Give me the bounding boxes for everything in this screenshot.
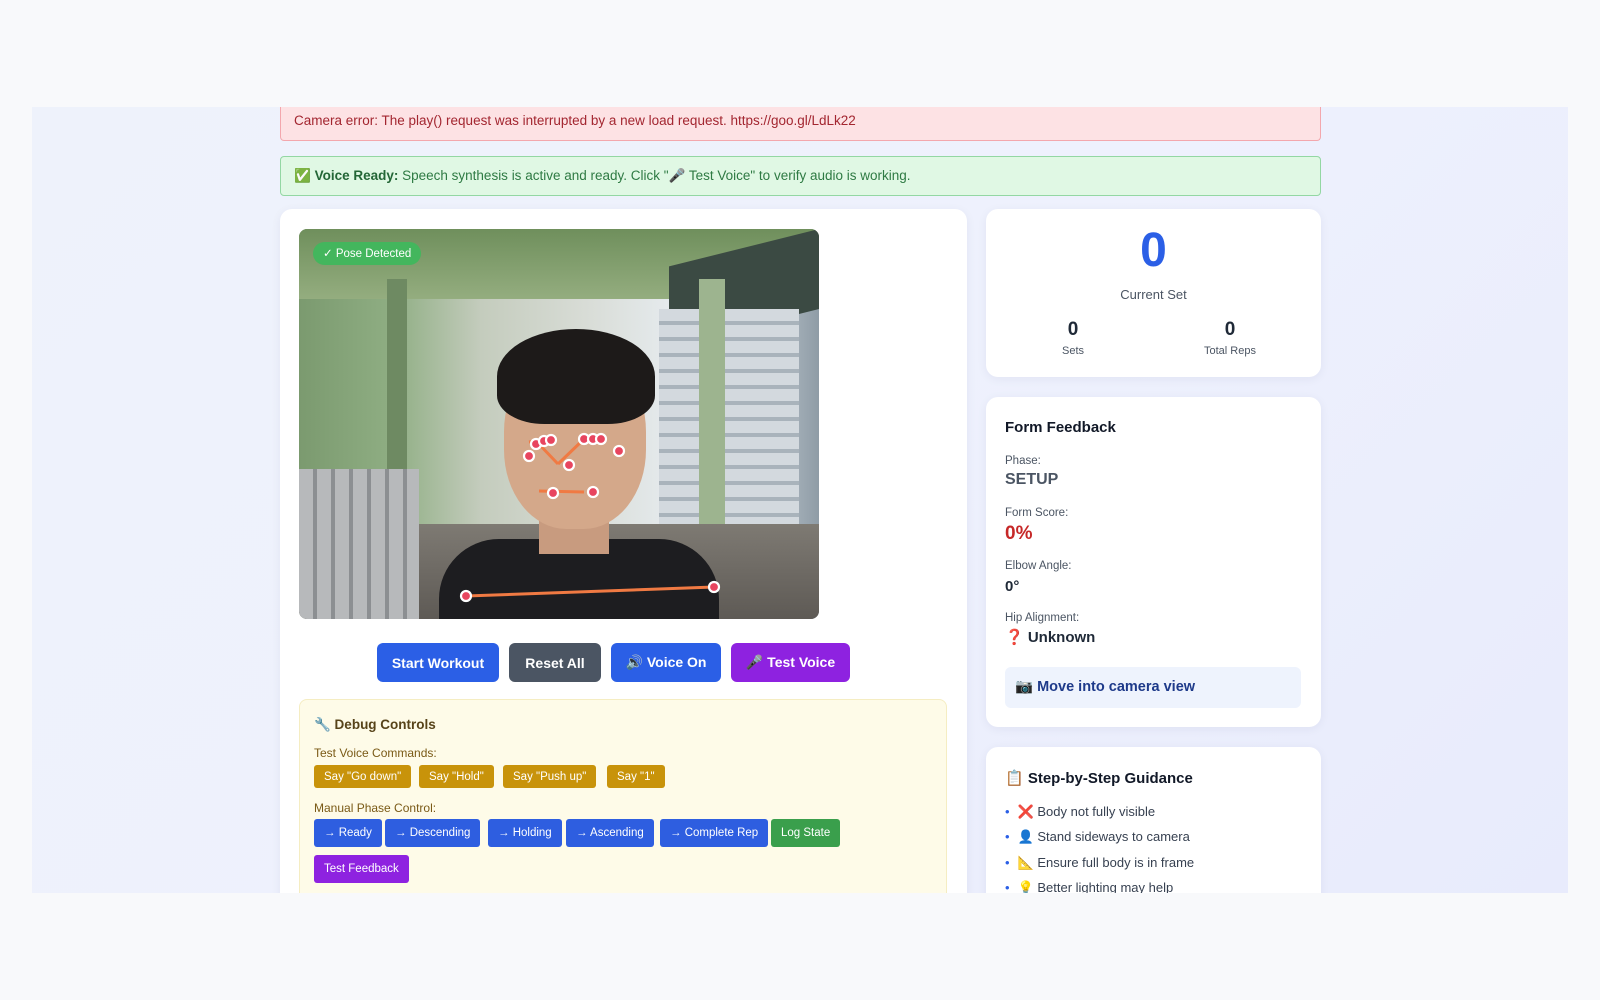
guidance-title: 📋 Step-by-Step Guidance bbox=[1005, 770, 1193, 787]
guidance-card: 📋 Step-by-Step Guidance • ❌ Body not full… bbox=[986, 747, 1321, 893]
sets-count: 0 bbox=[1067, 319, 1079, 340]
guidance-item: • ❌ Body not fully visible bbox=[1005, 804, 1156, 819]
rep-counter-card: 0 Current Set 0 Sets 0 Total Reps bbox=[986, 209, 1321, 377]
form-feedback-card: Form Feedback Phase: SETUP Form Score: 0… bbox=[986, 397, 1321, 727]
pose-point bbox=[586, 485, 600, 499]
pose-point bbox=[612, 444, 626, 458]
pose-skeleton-overlay bbox=[459, 432, 721, 603]
feedback-message: 📷 Move into camera view bbox=[1005, 667, 1301, 708]
sets-label: Sets bbox=[1061, 345, 1084, 357]
debug-controls-title: 🔧 Debug Controls bbox=[314, 717, 436, 732]
app-viewport: Camera error: The play() request was int… bbox=[32, 107, 1568, 893]
test-voice-commands-label: Test Voice Commands: bbox=[314, 746, 437, 760]
current-set-count: 0 bbox=[1140, 224, 1167, 277]
workout-controls: Start Workout Reset All 🔊 Voice On 🎤 Tes… bbox=[280, 643, 850, 683]
total-reps-stat: 0 Total Reps bbox=[1170, 319, 1290, 357]
manual-phase-control-label: Manual Phase Control: bbox=[314, 801, 437, 815]
phase-descending-button[interactable]: → Descending bbox=[385, 819, 481, 847]
current-set-label: Current Set bbox=[1120, 287, 1187, 302]
phase-value: SETUP bbox=[1005, 471, 1059, 488]
phase-complete-rep-button[interactable]: → Complete Rep bbox=[660, 819, 769, 847]
say-go-down-button[interactable]: Say "Go down" bbox=[314, 765, 412, 788]
start-workout-button[interactable]: Start Workout bbox=[377, 643, 499, 682]
guidance-item: • 💡 Better lighting may help bbox=[1005, 880, 1174, 893]
pose-point bbox=[459, 589, 473, 603]
say-1-button[interactable]: Say "1" bbox=[607, 765, 665, 788]
phase-ready-button[interactable]: → Ready bbox=[314, 819, 382, 847]
sets-stat: 0 Sets bbox=[1013, 319, 1133, 357]
hip-alignment-label: Hip Alignment: bbox=[1005, 612, 1080, 624]
total-reps-label: Total Reps bbox=[1204, 345, 1256, 357]
pose-point bbox=[546, 486, 560, 500]
total-reps-count: 0 bbox=[1224, 319, 1236, 340]
camera-error-text: Camera error: The play() request was int… bbox=[294, 113, 856, 128]
pose-detected-badge: ✓ Pose Detected bbox=[313, 242, 422, 265]
voice-toggle-button[interactable]: 🔊 Voice On bbox=[611, 643, 721, 682]
camera-error-alert: Camera error: The play() request was int… bbox=[280, 107, 1321, 141]
camera-feed: ✓ Pose Detected bbox=[299, 229, 819, 619]
hip-alignment-value: ❓ Unknown bbox=[1005, 629, 1096, 646]
pose-point bbox=[594, 432, 608, 446]
pose-point bbox=[522, 449, 536, 463]
test-voice-button[interactable]: 🎤 Test Voice bbox=[731, 643, 850, 682]
form-score-label: Form Score: bbox=[1005, 507, 1069, 519]
elbow-angle-value: 0° bbox=[1005, 578, 1020, 595]
log-state-button[interactable]: Log State bbox=[771, 819, 841, 847]
form-score-value: 0% bbox=[1005, 523, 1033, 544]
check-icon: ✅ bbox=[294, 168, 311, 183]
guidance-item: • 📐 Ensure full body is in frame bbox=[1005, 855, 1195, 870]
form-feedback-title: Form Feedback bbox=[1005, 419, 1116, 436]
workout-panel: ✓ Pose Detected Start Workout Reset All … bbox=[280, 209, 967, 893]
test-feedback-button[interactable]: Test Feedback bbox=[314, 855, 409, 883]
voice-ready-alert: ✅ Voice Ready: Speech synthesis is activ… bbox=[280, 156, 1321, 196]
pose-point bbox=[707, 580, 721, 594]
say-push-up-button[interactable]: Say "Push up" bbox=[503, 765, 597, 788]
pose-point bbox=[544, 433, 558, 447]
say-hold-button[interactable]: Say "Hold" bbox=[419, 765, 494, 788]
phase-ascending-button[interactable]: → Ascending bbox=[566, 819, 654, 847]
voice-ready-text: Speech synthesis is active and ready. Cl… bbox=[398, 168, 911, 183]
pose-point bbox=[562, 458, 576, 472]
phase-label: Phase: bbox=[1005, 455, 1041, 467]
elbow-angle-label: Elbow Angle: bbox=[1005, 560, 1072, 572]
debug-controls-panel: 🔧 Debug Controls Test Voice Commands: Sa… bbox=[299, 699, 947, 893]
guidance-item: • 👤 Stand sideways to camera bbox=[1005, 829, 1190, 844]
voice-ready-label: Voice Ready: bbox=[314, 168, 399, 183]
phase-holding-button[interactable]: → Holding bbox=[488, 819, 562, 847]
reset-all-button[interactable]: Reset All bbox=[509, 643, 601, 682]
